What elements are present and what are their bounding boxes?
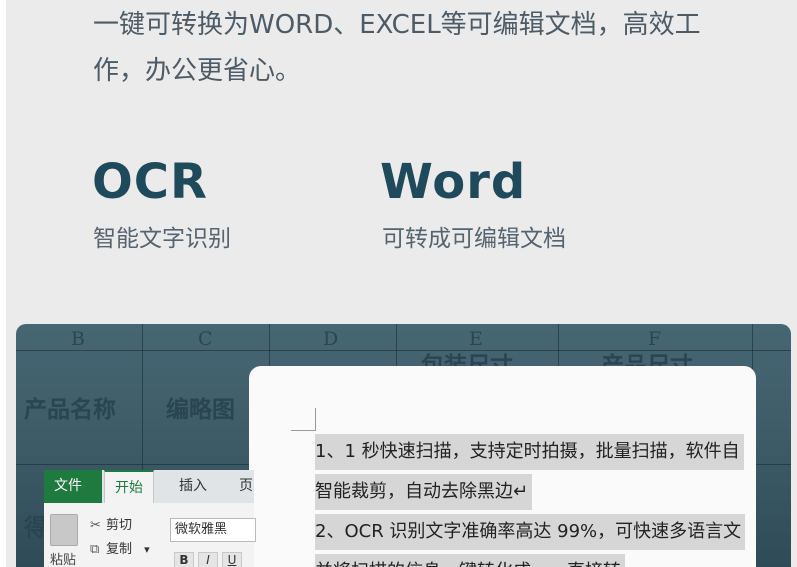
chevron-down-icon[interactable]: ▾ — [144, 543, 150, 556]
italic-button[interactable]: I — [198, 552, 218, 567]
product-photo: B C D E F 产品名称 编略图 包装尺寸 产品尺寸 得 1、1 秒快速扫描… — [16, 324, 791, 567]
ribbon-tab-bar: 文件 开始 插入 页 — [44, 470, 254, 503]
document-line-3: 2、OCR 识别文字准确率高达 99%，可快速多语言文 — [315, 514, 746, 550]
paste-button-label[interactable]: 粘贴 — [50, 549, 76, 567]
excel-ribbon: 文件 开始 插入 页 粘贴 ✂ 剪切 ⧉ 复制 ▾ 微软雅黑 B I U — [44, 470, 256, 567]
cut-label: 剪切 — [106, 518, 133, 533]
feature-title-word: Word — [380, 154, 527, 210]
column-header-d: D — [323, 328, 339, 350]
document-line-1: 1、1 秒快速扫描，支持定时拍摄，批量扫描，软件自 — [315, 434, 744, 470]
cell-product-name: 产品名称 — [24, 397, 116, 423]
copy-label: 复制 — [106, 542, 133, 557]
clipboard-icon[interactable] — [50, 514, 78, 546]
copy-button[interactable]: ⧉ 复制 ▾ — [90, 538, 150, 557]
blank-area — [552, 472, 756, 510]
cut-button[interactable]: ✂ 剪切 — [90, 514, 132, 533]
tab-insert[interactable]: 插入 — [169, 470, 217, 503]
feature-title-ocr: OCR — [92, 154, 208, 210]
feature-subtitle-ocr: 智能文字识别 — [93, 226, 231, 252]
bold-button[interactable]: B — [174, 552, 194, 567]
word-document: 1、1 秒快速扫描，支持定时拍摄，批量扫描，软件自 智能裁剪，自动去除黑边↵ 2… — [249, 366, 756, 567]
underline-button[interactable]: U — [222, 552, 242, 567]
copy-icon: ⧉ — [90, 542, 100, 557]
font-name-select[interactable]: 微软雅黑 — [170, 518, 256, 542]
tab-page-layout[interactable]: 页 — [229, 470, 263, 503]
column-header-c: C — [198, 328, 213, 350]
intro-text: 一键可转换为WORD、EXCEL等可编辑文档，高效工 作，办公更省心。 — [93, 2, 733, 94]
intro-line-1: 一键可转换为WORD、EXCEL等可编辑文档，高效工 — [93, 10, 701, 40]
feature-subtitle-word: 可转成可编辑文档 — [382, 226, 566, 252]
cell-thumbnail: 编略图 — [166, 397, 235, 423]
margin-corner-mark — [291, 408, 316, 431]
tab-file[interactable]: 文件 — [44, 470, 102, 503]
scissors-icon: ✂ — [90, 518, 101, 533]
intro-line-2: 作，办公更省心。 — [93, 56, 302, 86]
column-header-b: B — [71, 328, 85, 350]
tab-home[interactable]: 开始 — [104, 470, 154, 503]
document-line-2: 智能裁剪，自动去除黑边↵ — [315, 474, 533, 510]
document-line-4: 并将扫描的信息一键转化成……直接转 — [315, 554, 625, 567]
